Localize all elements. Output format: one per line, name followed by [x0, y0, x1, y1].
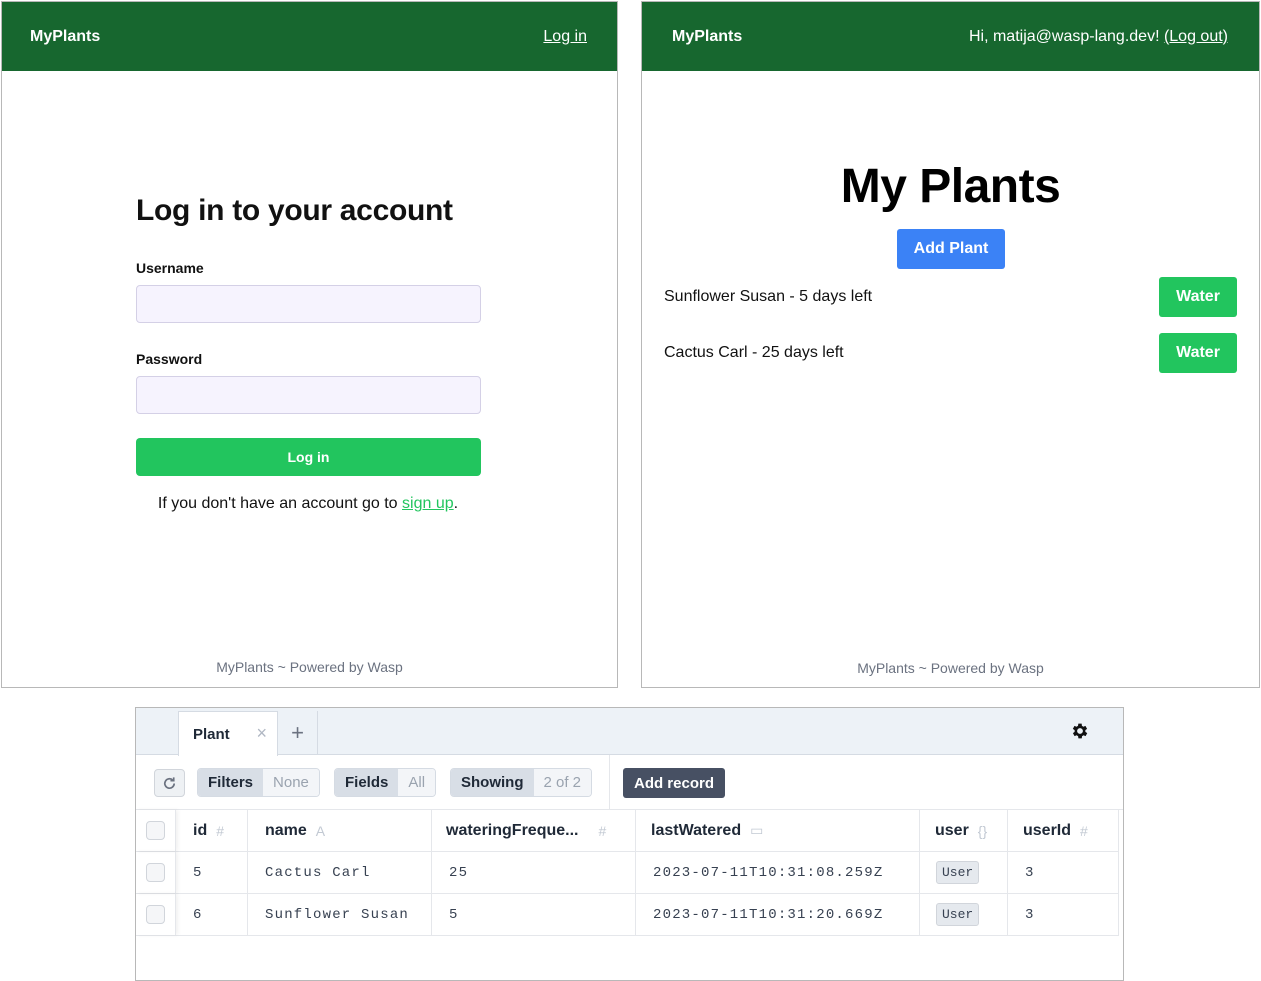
cell-name[interactable]: Cactus Carl: [248, 852, 432, 893]
fields-toggle[interactable]: Fields All: [334, 768, 437, 797]
login-navbar: MyPlants Log in: [2, 2, 617, 71]
column-header-userid[interactable]: userId #: [1008, 810, 1119, 851]
plants-navbar: MyPlants Hi, matija@wasp-lang.dev! (Log …: [642, 2, 1259, 71]
password-input[interactable]: [136, 376, 481, 414]
signup-hint: If you don't have an account go to sign …: [2, 495, 614, 513]
close-icon[interactable]: ×: [256, 723, 267, 744]
refresh-button[interactable]: [154, 769, 185, 797]
user-relation-tag[interactable]: User: [936, 903, 980, 926]
brand-logo[interactable]: MyPlants: [672, 28, 742, 46]
select-all-cell: [136, 810, 176, 851]
cell-wateringfrequency[interactable]: 25: [432, 852, 636, 893]
cell-name[interactable]: Sunflower Susan: [248, 894, 432, 935]
column-header-wateringfrequency[interactable]: wateringFreque... #: [432, 810, 636, 851]
login-heading: Log in to your account: [136, 194, 453, 227]
date-type-icon: ▭: [750, 822, 764, 838]
plant-label: Sunflower Susan - 5 days left: [664, 288, 873, 305]
number-type-icon: #: [598, 822, 607, 839]
username-label: Username: [136, 260, 204, 276]
add-plant-button[interactable]: Add Plant: [897, 229, 1005, 269]
showing-toggle[interactable]: Showing 2 of 2: [450, 768, 593, 797]
cell-user: User: [920, 852, 1008, 893]
column-header-name[interactable]: name A: [248, 810, 432, 851]
greeting-text: Hi, matija@wasp-lang.dev!: [968, 27, 1164, 45]
page-title: My Plants: [840, 160, 1061, 213]
column-name: userId: [1023, 821, 1072, 839]
password-label: Password: [136, 351, 203, 367]
plant-item: Cactus Carl - 25 days left Water: [664, 333, 1237, 373]
filters-label: Filters: [198, 769, 264, 796]
plants-footer: MyPlants ~ Powered by Wasp: [857, 660, 1044, 676]
filters-toggle[interactable]: Filters None: [197, 768, 320, 797]
cell-lastwatered[interactable]: 2023-07-11T10:31:08.259Z: [636, 852, 920, 893]
login-button[interactable]: Log in: [136, 438, 481, 476]
user-greeting: Hi, matija@wasp-lang.dev! (Log out): [969, 28, 1228, 46]
string-type-icon: A: [315, 822, 326, 839]
plant-item: Sunflower Susan - 5 days left Water: [664, 277, 1237, 317]
cell-wateringfrequency[interactable]: 5: [432, 894, 636, 935]
studio-toolbar: Filters None Fields All Showing 2 of 2 A…: [136, 755, 1123, 810]
plants-window: MyPlants Hi, matija@wasp-lang.dev! (Log …: [641, 1, 1260, 688]
column-name: user: [935, 821, 969, 839]
row-select-cell: [136, 852, 176, 893]
table-header-row: id # name A wateringFreque... # lastWatered…: [136, 810, 1119, 852]
filters-value: None: [263, 769, 319, 796]
column-name: id: [193, 821, 208, 839]
login-window: MyPlants Log in Log in to your account U…: [1, 1, 618, 688]
table-row[interactable]: 6 Sunflower Susan 5 2023-07-11T10:31:20.…: [136, 894, 1119, 936]
signup-suffix: .: [453, 495, 459, 512]
tab-label: Plant: [193, 725, 230, 743]
row-checkbox[interactable]: [146, 905, 165, 924]
gear-icon[interactable]: [1070, 721, 1090, 741]
row-checkbox[interactable]: [146, 863, 165, 882]
signup-link[interactable]: sign up: [402, 495, 454, 512]
nav-login-link[interactable]: Log in: [543, 28, 587, 46]
plant-label: Cactus Carl - 25 days left: [664, 344, 844, 361]
column-header-lastwatered[interactable]: lastWatered ▭: [636, 810, 920, 851]
column-name: lastWatered: [651, 821, 742, 839]
column-header-user[interactable]: user {}: [920, 810, 1008, 851]
table-row[interactable]: 5 Cactus Carl 25 2023-07-11T10:31:08.259…: [136, 852, 1119, 894]
cell-user: User: [920, 894, 1008, 935]
cell-lastwatered[interactable]: 2023-07-11T10:31:20.669Z: [636, 894, 920, 935]
select-all-checkbox[interactable]: [146, 821, 165, 840]
cell-id[interactable]: 5: [176, 852, 248, 893]
number-type-icon: #: [1080, 822, 1088, 839]
cell-id[interactable]: 6: [176, 894, 248, 935]
cell-userid[interactable]: 3: [1008, 852, 1119, 893]
water-button[interactable]: Water: [1159, 333, 1237, 373]
user-relation-tag[interactable]: User: [936, 861, 980, 884]
number-type-icon: #: [216, 822, 225, 839]
toolbar-divider: [609, 755, 610, 810]
brand-logo[interactable]: MyPlants: [30, 28, 100, 46]
showing-value: 2 of 2: [533, 769, 592, 796]
tab-plant[interactable]: Plant ×: [178, 711, 278, 756]
column-header-id[interactable]: id #: [176, 810, 248, 851]
column-name: name: [265, 821, 307, 839]
add-record-button[interactable]: Add record: [623, 768, 725, 798]
relation-type-icon: {}: [977, 822, 988, 839]
login-footer: MyPlants ~ Powered by Wasp: [216, 659, 403, 675]
database-studio: Plant × + Filters None Fields All Showin…: [135, 707, 1124, 981]
fields-label: Fields: [335, 769, 399, 796]
column-name: wateringFreque...: [446, 821, 579, 839]
water-button[interactable]: Water: [1159, 277, 1237, 317]
refresh-icon: [164, 776, 176, 789]
username-input[interactable]: [136, 285, 481, 323]
add-tab-icon[interactable]: +: [278, 711, 318, 755]
studio-tabbar: Plant × +: [136, 708, 1123, 756]
logout-link[interactable]: (Log out): [1164, 28, 1228, 45]
cell-userid[interactable]: 3: [1008, 894, 1119, 935]
signup-prefix: If you don't have an account go to: [157, 495, 403, 512]
showing-label: Showing: [451, 769, 534, 796]
fields-value: All: [398, 769, 436, 796]
row-select-cell: [136, 894, 176, 935]
